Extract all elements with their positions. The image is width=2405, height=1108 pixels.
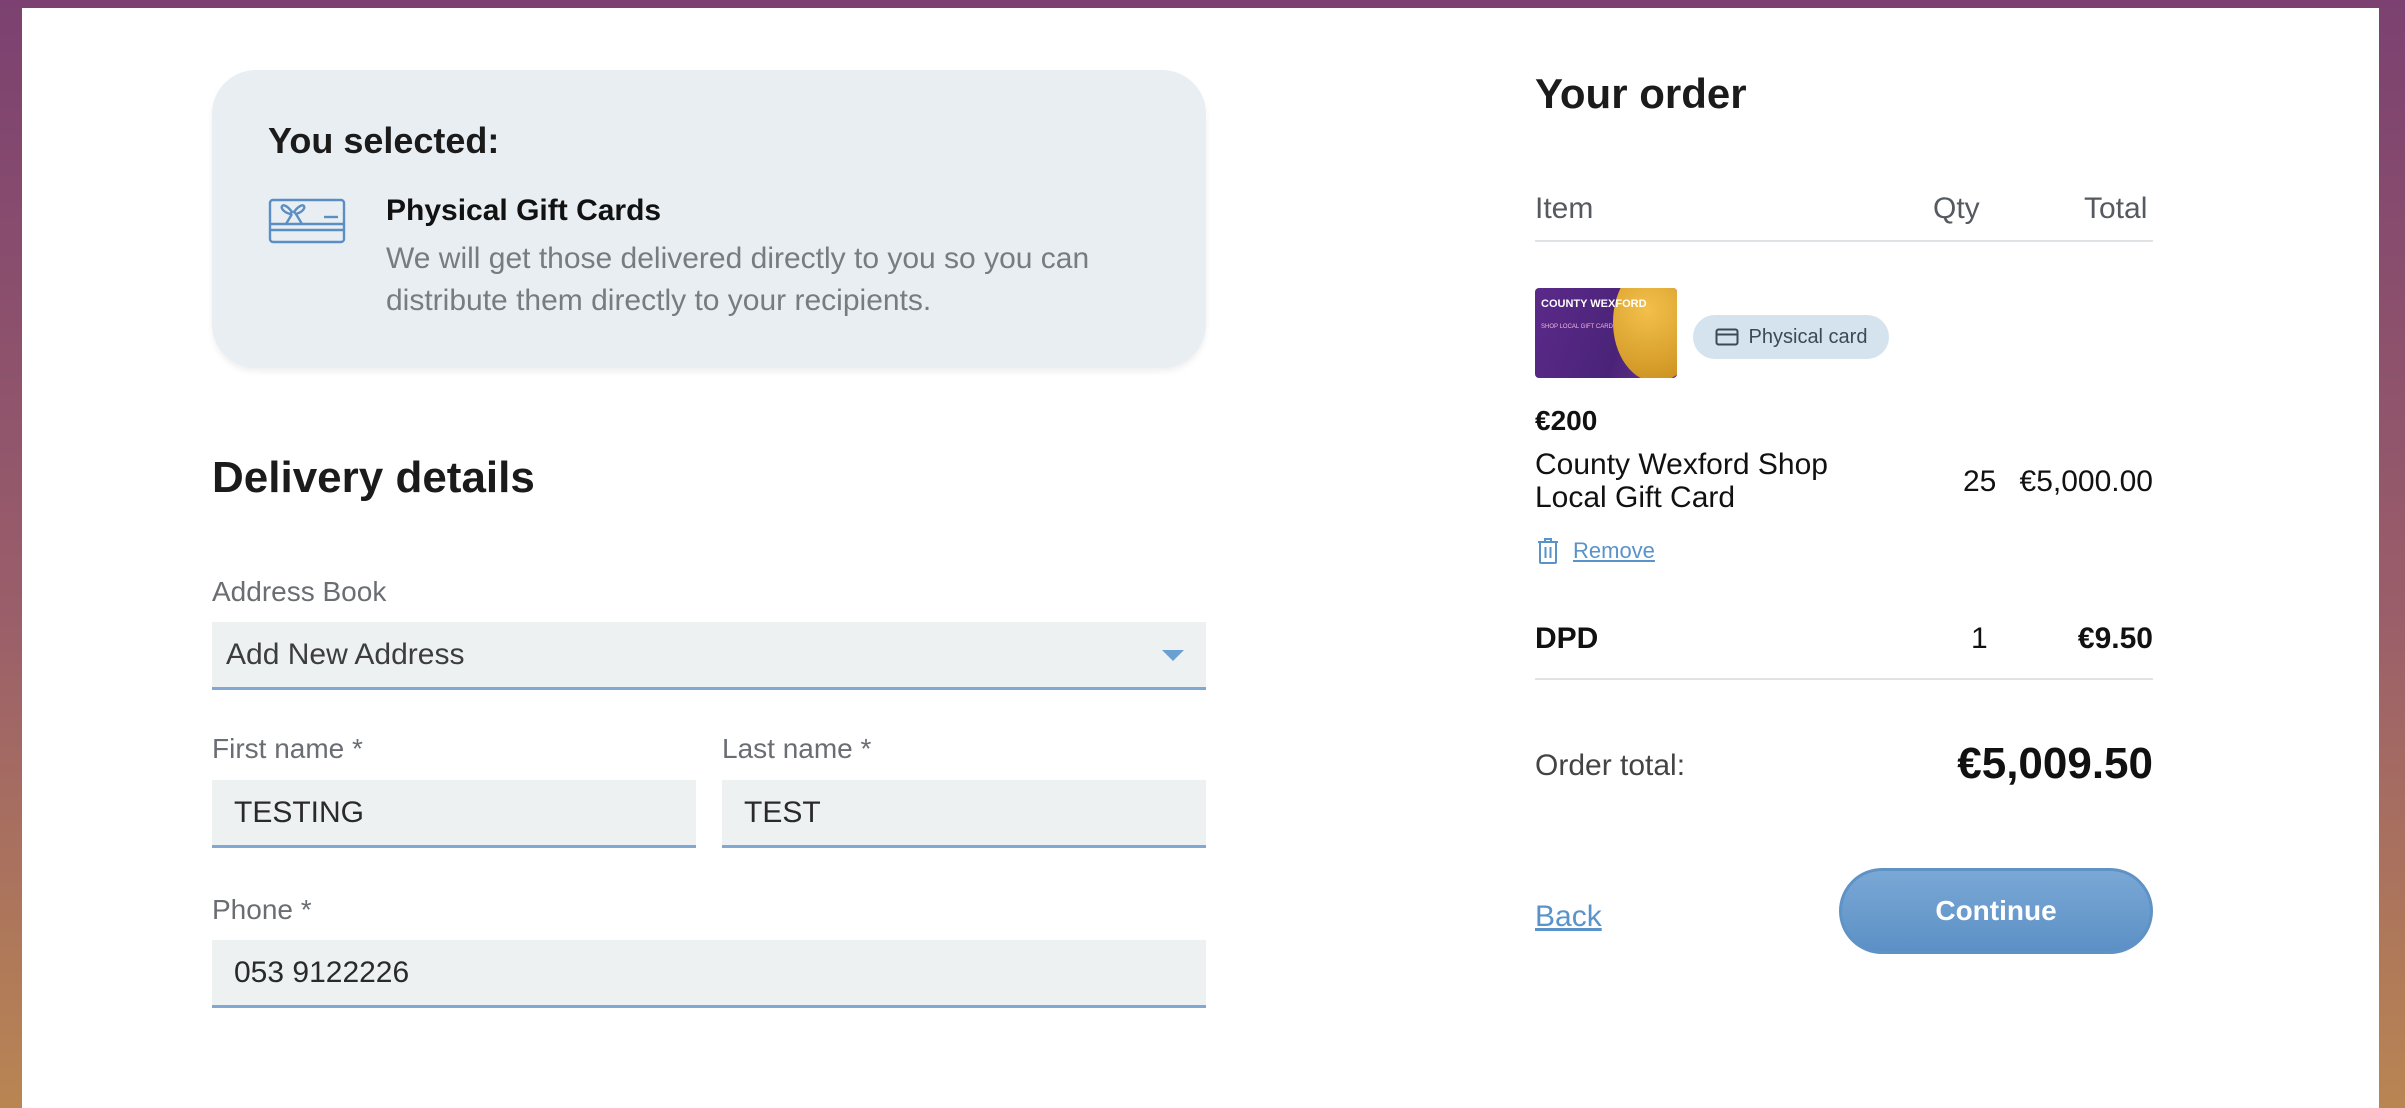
phone-input[interactable]: 053 9122226 [212,940,1206,1008]
item-total: €5,000.00 [2019,465,2153,498]
chevron-down-icon [1162,650,1184,661]
badge-label: Physical card [1748,325,1868,348]
gift-card-thumbnail: COUNTY WEXFORD SHOP LOCAL GIFT CARD [1535,288,1677,378]
thumbnail-title: COUNTY WEXFORD [1541,298,1647,310]
gift-card-icon [268,198,346,244]
address-book-label: Address Book [212,576,387,607]
product-name: Physical Gift Cards [386,194,662,227]
item-name: County Wexford Shop Local Gift Card [1535,448,1828,514]
selection-panel: You selected: Physical Gift Cards We wil… [212,70,1206,368]
item-price: €200 [1535,405,1598,436]
column-header-item: Item [1535,192,1594,225]
back-link[interactable]: Back [1535,900,1602,934]
first-name-value: TESTING [234,795,365,829]
remove-link[interactable]: Remove [1573,538,1655,564]
product-description: We will get those delivered directly to … [386,242,1090,317]
item-qty: 25 [1963,465,1997,498]
last-name-value: TEST [744,795,821,829]
divider [1535,240,2153,242]
last-name-input[interactable]: TEST [722,780,1206,848]
order-total-label: Order total: [1535,749,1686,782]
divider [1535,678,2153,680]
phone-label: Phone * [212,894,312,925]
thumbnail-subtitle: SHOP LOCAL GIFT CARD [1541,324,1613,330]
physical-card-badge: Physical card [1693,315,1889,359]
order-total-value: €5,009.50 [1957,739,2153,788]
first-name-label: First name * [212,733,363,764]
address-book-select[interactable]: Add New Address [212,622,1206,690]
continue-button[interactable]: Continue [1839,868,2153,954]
column-header-qty: Qty [1933,192,1980,225]
remove-button[interactable]: Remove [1537,537,1655,565]
address-book-value: Add New Address [226,637,465,671]
last-name-label: Last name * [722,733,872,764]
credit-card-icon [1715,328,1739,346]
order-title: Your order [1535,70,1747,117]
shipping-qty: 1 [1971,622,1988,655]
phone-value: 053 9122226 [234,955,410,989]
selection-title: You selected: [268,120,500,161]
checkout-page: You selected: Physical Gift Cards We wil… [22,8,2379,1108]
shipping-total: €9.50 [2077,622,2153,655]
delivery-title: Delivery details [212,453,535,502]
trash-icon [1538,538,1558,564]
column-header-total: Total [2084,192,2148,225]
first-name-input[interactable]: TESTING [212,780,696,848]
shipping-name: DPD [1535,622,1599,655]
